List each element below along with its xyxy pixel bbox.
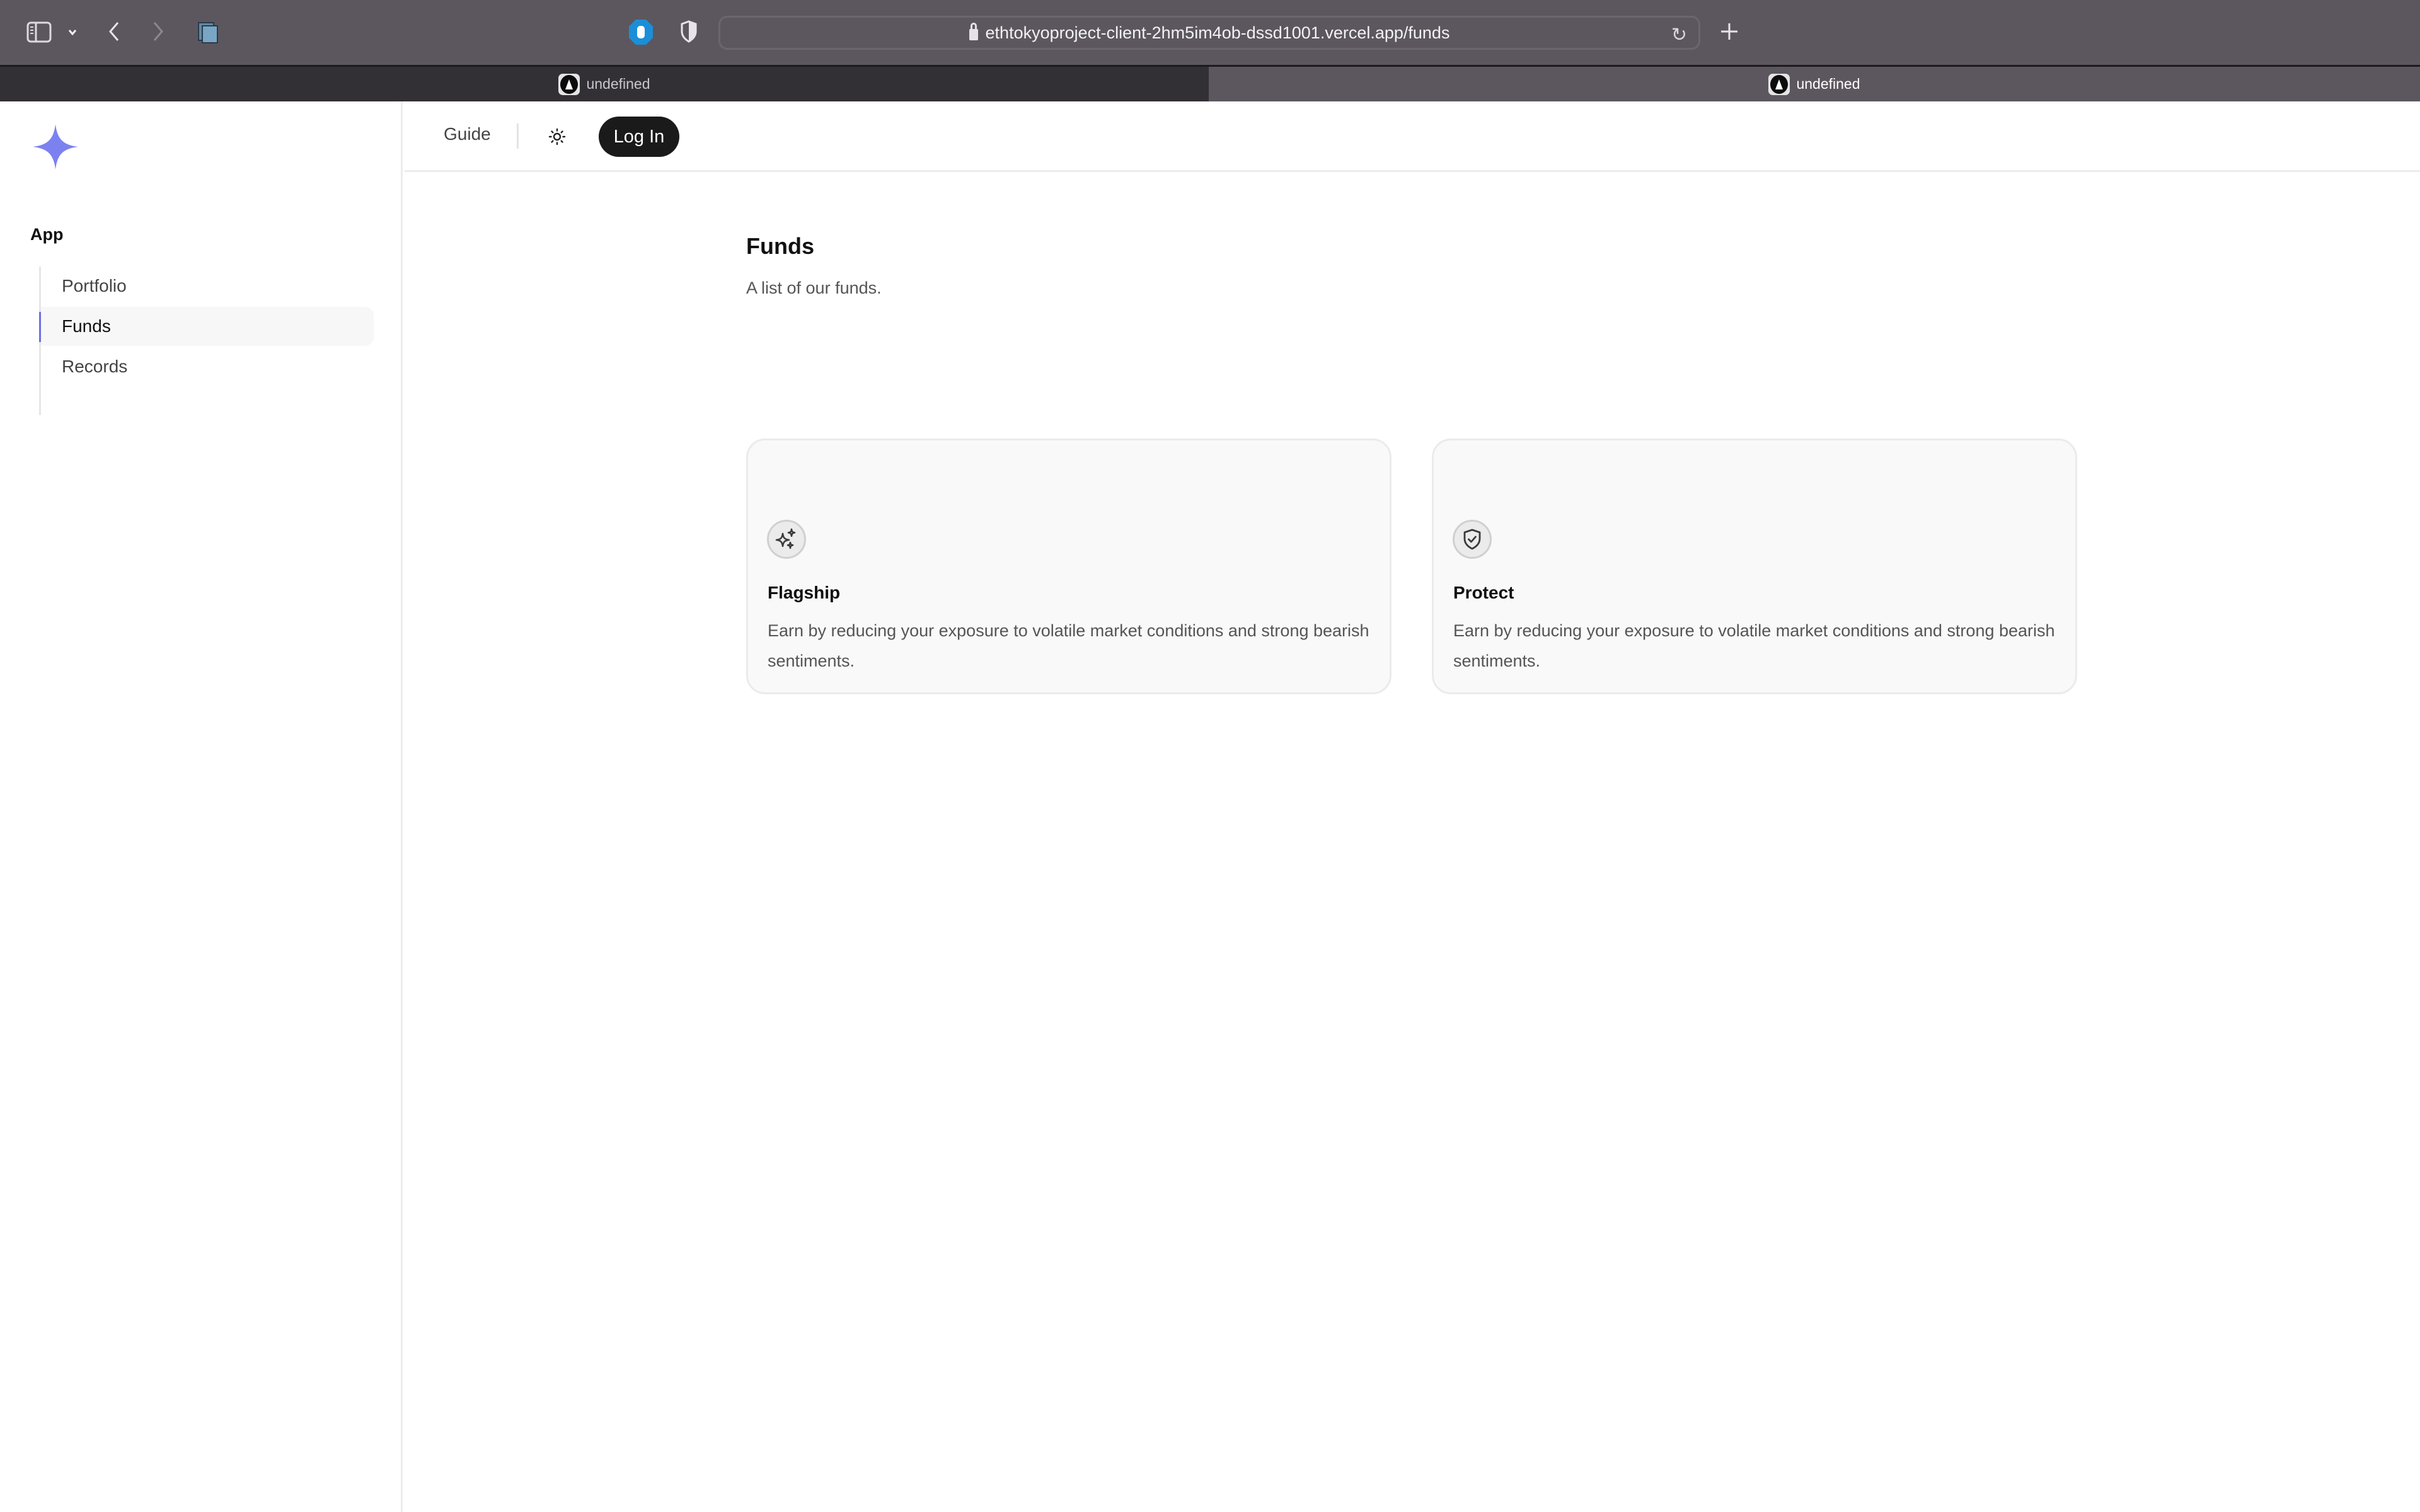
fund-name: Protect <box>1453 583 1514 602</box>
sidebar-item-records[interactable]: Records <box>41 347 374 386</box>
sidebar-item-label: Records <box>62 357 128 376</box>
fund-name: Flagship <box>768 583 841 602</box>
adblock-icon[interactable] <box>628 19 654 45</box>
funds-section: Funds A list of our funds. <box>746 233 882 297</box>
fund-description: Earn by reducing your exposure to volati… <box>1453 621 2055 670</box>
tab-inactive[interactable]: undefined <box>0 67 1209 101</box>
nav-list: Portfolio Funds Records <box>39 266 374 415</box>
privacy-shield-icon[interactable] <box>678 19 700 44</box>
forward-icon[interactable] <box>149 19 168 44</box>
url-bar[interactable]: ethtokyoproject-client-2hm5im4ob-dssd100… <box>718 16 1700 50</box>
tab-title: undefined <box>586 76 650 92</box>
favicon-icon <box>558 73 580 95</box>
guide-link[interactable]: Guide <box>444 124 491 144</box>
fund-card-protect[interactable]: Protect Earn by reducing your exposure t… <box>1432 438 2077 694</box>
favicon-icon <box>1768 73 1790 95</box>
tab-overview-icon[interactable] <box>195 20 221 45</box>
sparkles-icon <box>767 520 806 559</box>
nav-heading: App <box>30 225 64 244</box>
page-title: Funds <box>746 233 814 259</box>
sun-icon[interactable] <box>544 124 570 149</box>
login-button[interactable]: Log In <box>599 117 679 157</box>
page-subtitle: A list of our funds. <box>746 278 882 297</box>
sidebar-toggle-icon[interactable] <box>25 20 53 44</box>
tab-bar: undefined undefined <box>0 65 2420 101</box>
chevron-down-icon[interactable] <box>66 25 79 39</box>
top-header: Guide Log In <box>405 101 2420 172</box>
sidebar-item-label: Funds <box>62 316 111 336</box>
tab-active[interactable]: undefined <box>1209 67 2420 101</box>
back-icon[interactable] <box>105 19 124 44</box>
sidebar-item-label: Portfolio <box>62 276 127 295</box>
sparkle-logo-icon[interactable] <box>32 123 79 171</box>
page: App Portfolio Funds Records Guide Log In <box>0 101 2420 1512</box>
sidebar-item-portfolio[interactable]: Portfolio <box>41 266 374 306</box>
sidebar-item-funds[interactable]: Funds <box>39 307 374 346</box>
sidebar: App Portfolio Funds Records <box>0 101 403 1512</box>
browser-toolbar: ethtokyoproject-client-2hm5im4ob-dssd100… <box>0 0 2420 65</box>
fund-description: Earn by reducing your exposure to volati… <box>768 621 1369 670</box>
new-tab-icon[interactable] <box>1718 19 1741 44</box>
fund-card-flagship[interactable]: Flagship Earn by reducing your exposure … <box>746 438 1392 694</box>
header-divider <box>517 123 519 149</box>
lock-icon <box>969 23 978 40</box>
url-text: ethtokyoproject-client-2hm5im4ob-dssd100… <box>985 23 1450 42</box>
reload-icon[interactable]: ↻ <box>1671 24 1687 46</box>
shield-check-icon <box>1453 520 1492 559</box>
tab-title: undefined <box>1796 76 1860 92</box>
